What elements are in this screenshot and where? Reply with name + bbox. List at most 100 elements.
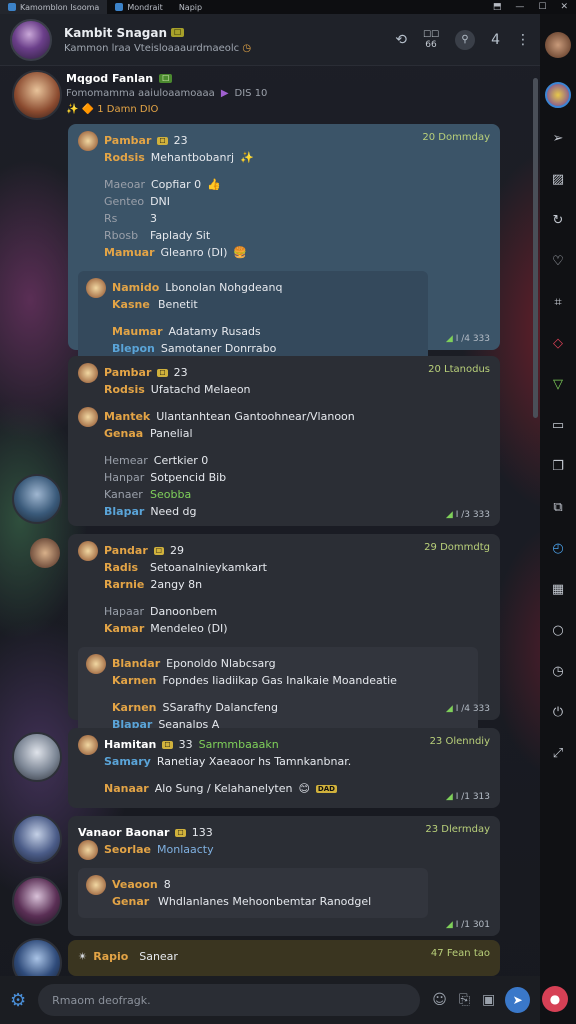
reactions-text[interactable]: ✨ 🔶 1 Damn DIO [66,104,158,115]
card-number: 23 [173,134,188,147]
circle-icon[interactable]: ○ [547,619,569,641]
chat-avatar[interactable] [10,18,52,61]
status-ring-icon[interactable] [545,82,571,108]
header-actions: ⟲ ☐☐ 66 ⚲ 4 ⋮ [395,29,530,50]
sender-avatar[interactable] [12,814,62,864]
sender-avatar[interactable] [12,732,62,782]
window-tab-label: Mondrait [127,2,163,12]
minimize-icon[interactable]: — [515,2,524,12]
message-card[interactable]: 29 Dommdtg Pandar ☐ 29 Radis Setoanalniey… [68,534,500,741]
mini-avatar [78,734,98,755]
play-icon[interactable]: ▽ [547,373,569,395]
image-icon[interactable]: ▨ [547,168,569,190]
window-tab-2[interactable]: Mondrait [107,0,171,14]
card-author[interactable]: Rapio [93,950,133,963]
field-row: Maeoar Copfiar 0 👍 [104,176,490,193]
send-icon[interactable]: ➢ [547,127,569,149]
gif-icon[interactable]: ▣ [482,992,495,1008]
card-number: 23 [173,366,188,379]
profile-avatar[interactable] [545,32,571,58]
field-row: Radis Setoanalnieykamkart [104,559,490,576]
message-card[interactable]: 20 Dommday Pambar ☐ 23 Rodsis Mehantboban… [68,124,500,365]
sender-avatar[interactable] [12,70,62,120]
header-chip-top: ☐☐ [422,29,440,40]
thumbs-up-icon: 👍 [207,178,221,191]
expand-icon[interactable]: ⤢ [547,742,569,764]
card-number: 29 [170,544,185,557]
window-tab-3[interactable]: Napip [171,0,210,14]
card-author[interactable]: Hamitan [104,738,156,751]
sender-avatar[interactable] [12,474,62,524]
chat-header-text: Kambit Snagan ☐ Kammon lraa Vteisloaaaur… [64,26,251,54]
card-author[interactable]: Pambar [104,134,151,147]
book-icon[interactable]: ❐ [547,455,569,477]
mini-avatar [86,277,106,298]
sparkle-icon: ✨ [240,151,254,164]
field-row: Rarnie 2angy 8n [104,576,490,593]
quoted-message[interactable]: Namido Lbonolan Nohgdeanq Kasne Benetit Ma… [78,271,428,365]
screen-icon[interactable]: ▭ [547,414,569,436]
field-value: 2angy 8n [150,578,203,591]
card-header: Hamitan ☐ 33 Sarmmbaaakn [78,734,490,755]
message-input[interactable] [38,984,421,1016]
power-icon[interactable]: ⏻ [547,701,569,723]
copy-icon[interactable]: ⧉ [547,496,569,518]
send-button[interactable]: ➤ [505,987,530,1013]
search-icon[interactable]: ⚲ [455,29,476,50]
window-tab-1[interactable]: Kamomblon Isooma [0,0,108,14]
field-row: Hanpar Sotpencid Bib [104,469,490,486]
field-label: Genaa [104,427,144,440]
field-value: Panelial [150,427,193,440]
more-icon[interactable]: ⋮ [516,32,530,48]
message-time: 20 Dommday [422,132,490,143]
quoted-message[interactable]: Blandar Eponoldo Nlabcsarg Karnen Fopndes … [78,647,478,741]
message-time: 23 Dlermday [425,824,490,835]
card-author[interactable]: Pandar [104,544,148,557]
sync-icon[interactable]: ⟲ [395,32,407,48]
clock-icon[interactable]: ◷ [547,660,569,682]
settings-icon[interactable]: ⚙ [10,990,26,1011]
heart-icon[interactable]: ♡ [547,250,569,272]
card-number: 133 [191,826,213,839]
field-label: Namido [112,281,160,294]
grid-icon[interactable]: ▦ [547,578,569,600]
card-author[interactable]: Pambar [104,366,151,379]
field-value: Seobba [150,488,192,501]
field-label: Karnen [112,701,157,714]
star-icon: ✴ [78,950,88,963]
mini-avatar [78,406,98,427]
diamond-icon[interactable]: ◇ [547,332,569,354]
field-label: Radis [104,561,139,574]
close-icon[interactable]: ✕ [560,2,568,12]
message-card[interactable]: 47 Fean tao ✴ Rapio Sanear [68,940,500,976]
field-row: Karnen Fopndes Iiadiikap Gas Inalkaie Moa… [112,672,470,689]
field-row: Mantek Ulantanhtean Gantoohnear/Vlanoon [78,406,490,427]
header-chip[interactable]: ☐☐ 66 [423,30,439,50]
field-row: Kanaer Seobba [104,486,490,503]
card-author[interactable]: Vanaor Baonar [78,826,169,839]
field-row: Veaoon 8 [86,874,420,895]
message-card[interactable]: 23 Dlermday Vanaor Baonar ☐ 133 Seorlae M… [68,816,500,936]
card-extra: Sarmmbaaakn [198,738,279,751]
mini-avatar [86,653,106,674]
message-meta: I /1 301 [446,920,490,930]
restore-icon[interactable]: ⬒ [493,2,502,12]
quoted-message[interactable]: Veaoon 8 Genar Whdlanlanes Mehoonbemtar Ra… [78,868,428,918]
message-card[interactable]: 23 Olenndiy Hamitan ☐ 33 Sarmmbaaakn Sam… [68,728,500,808]
message-card[interactable]: 20 Ltanodus Pambar ☐ 23 Rodsis Ufatachd M… [68,356,500,526]
sender-avatar-small[interactable] [30,538,60,568]
field-label: Blapar [104,505,145,518]
maximize-icon[interactable]: ☐ [538,2,546,12]
field-label: Kanaer [104,488,143,501]
attach-icon[interactable]: ⎘ [459,992,470,1008]
crop-icon[interactable]: ⌗ [547,291,569,313]
food-icon: 🍔 [233,246,248,259]
timer-icon[interactable]: ◴ [547,537,569,559]
sender-name[interactable]: Mqgod Fanlan [66,72,153,85]
field-row: Rodsis Ufatachd Melaeon [104,381,490,398]
emoji-icon[interactable]: ☺ [432,992,447,1008]
record-button[interactable]: ● [542,986,568,1012]
refresh-icon[interactable]: ↻ [547,209,569,231]
sender-avatar[interactable] [12,876,62,926]
field-row: Genaa Panelial [104,425,490,442]
